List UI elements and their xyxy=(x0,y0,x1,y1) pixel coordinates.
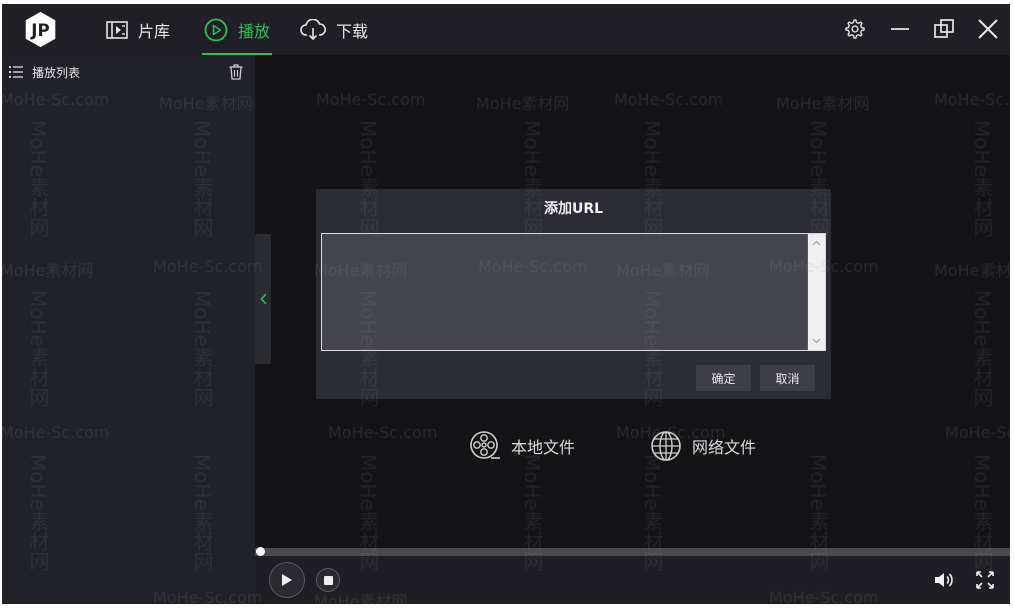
globe-icon xyxy=(651,431,681,461)
progress-knob[interactable] xyxy=(256,547,265,556)
gear-icon xyxy=(845,19,865,39)
tab-download[interactable]: 下载 xyxy=(300,4,368,55)
tab-play-label: 播放 xyxy=(238,21,271,41)
trash-icon[interactable] xyxy=(229,64,243,80)
stop-button[interactable] xyxy=(316,568,340,592)
url-input-box xyxy=(321,233,826,351)
list-icon xyxy=(9,66,23,78)
close-button[interactable] xyxy=(974,15,1002,43)
tab-library-label: 片库 xyxy=(138,21,171,41)
player-area: 添加URL 确定 取消 本地文件 网络文件 xyxy=(255,55,1010,604)
restore-button[interactable] xyxy=(930,15,958,43)
minimize-button[interactable] xyxy=(886,15,914,43)
playlist-sidebar: 播放列表 xyxy=(2,55,255,604)
open-local-file[interactable]: 本地文件 xyxy=(469,429,575,463)
playlist-header: 播放列表 xyxy=(2,55,255,89)
local-file-label: 本地文件 xyxy=(511,438,576,457)
chevron-up-icon[interactable] xyxy=(812,240,821,246)
cancel-button[interactable]: 取消 xyxy=(760,365,815,391)
sidebar-collapse-handle[interactable] xyxy=(255,234,271,364)
progress-bar[interactable] xyxy=(255,547,1010,556)
network-file-label: 网络文件 xyxy=(692,438,757,457)
close-icon xyxy=(978,19,998,39)
film-list-icon xyxy=(106,20,128,39)
play-icon xyxy=(282,574,292,586)
open-network-file[interactable]: 网络文件 xyxy=(650,429,756,463)
play-circle-icon xyxy=(204,18,228,41)
url-scrollbar[interactable] xyxy=(808,234,825,350)
top-bar: JP 片库 播放 下载 xyxy=(2,4,1010,55)
volume-icon[interactable] xyxy=(934,571,954,589)
minimize-icon xyxy=(891,28,909,30)
confirm-button[interactable]: 确定 xyxy=(696,365,751,391)
playlist-title: 播放列表 xyxy=(32,66,81,80)
stop-icon xyxy=(323,575,333,585)
dialog-title: 添加URL xyxy=(543,201,604,217)
settings-button[interactable] xyxy=(841,15,869,43)
fullscreen-icon[interactable] xyxy=(976,571,994,589)
tab-play[interactable]: 播放 xyxy=(202,4,272,55)
chevron-left-icon xyxy=(259,293,267,305)
url-input[interactable] xyxy=(322,234,808,350)
restore-icon xyxy=(934,19,954,38)
play-button[interactable] xyxy=(269,562,305,598)
control-bar xyxy=(255,556,1010,604)
add-url-dialog: 添加URL 确定 取消 xyxy=(316,189,831,399)
chevron-down-icon[interactable] xyxy=(812,338,821,344)
film-reel-icon xyxy=(470,431,500,459)
tab-download-label: 下载 xyxy=(336,21,369,41)
tab-library[interactable]: 片库 xyxy=(106,4,170,55)
svg-text:JP: JP xyxy=(30,21,49,40)
cloud-download-icon xyxy=(300,18,326,40)
jp-logo: JP xyxy=(25,11,56,48)
app-window: JP 片库 播放 下载 播放列表 添加URL 确定 取消 本地文件 网络文件 xyxy=(2,4,1010,604)
